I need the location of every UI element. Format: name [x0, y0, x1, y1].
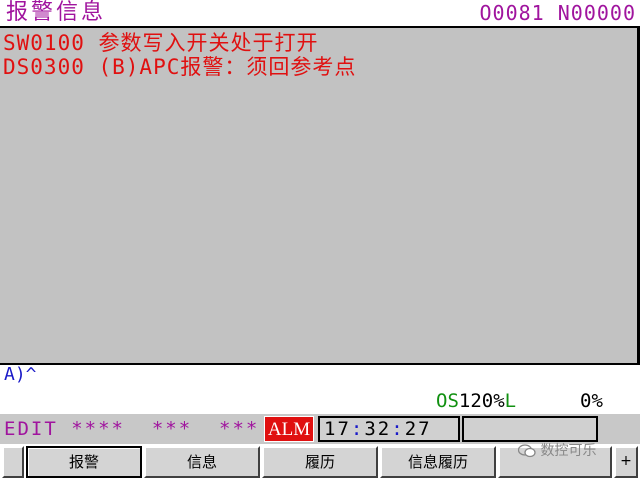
alarm-message: DS0300 (B)APC报警：须回参考点 — [3, 55, 357, 79]
clock-hours: 17 — [324, 418, 351, 440]
mode-status-field — [462, 416, 598, 442]
softkey-message[interactable]: 信息 — [144, 446, 260, 478]
chat-bubble-icon — [518, 444, 536, 458]
softkey-message-history[interactable]: 信息履历 — [380, 446, 496, 478]
os-value: 120% — [458, 390, 505, 412]
watermark-text: 数控可乐 — [540, 443, 597, 459]
override-status: OS120%L — [436, 390, 516, 412]
l-value: 0% — [580, 390, 603, 412]
program-number: O0081 N00000 — [479, 1, 636, 25]
clock-separator: : — [391, 418, 405, 440]
l-label: L — [504, 390, 517, 412]
key-input-line[interactable]: A)^ — [4, 364, 37, 386]
softkey-alarm[interactable]: 报警 — [26, 446, 142, 478]
alarm-badge: ALM — [264, 416, 314, 442]
softkey-continue[interactable]: + — [614, 446, 638, 478]
alarm-message: SW0100 参数写入开关处于打开 — [3, 31, 319, 55]
screen-header: 报警信息 O0081 N00000 — [0, 0, 640, 26]
clock-minutes: 32 — [364, 418, 392, 440]
clock-seconds: 27 — [404, 418, 432, 440]
softkey-return[interactable] — [2, 446, 24, 478]
softkey-history[interactable]: 履历 — [262, 446, 378, 478]
os-label: OS — [436, 390, 459, 412]
clock: 17:32:27 — [318, 416, 460, 442]
page-title: 报警信息 — [6, 0, 107, 25]
clock-separator: : — [350, 418, 365, 440]
watermark: 数控可乐 — [518, 440, 596, 460]
alarm-message-pane: SW0100 参数写入开关处于打开 DS0300 (B)APC报警：须回参考点 — [0, 26, 640, 365]
mode-indicator: EDIT **** *** *** — [4, 418, 260, 440]
